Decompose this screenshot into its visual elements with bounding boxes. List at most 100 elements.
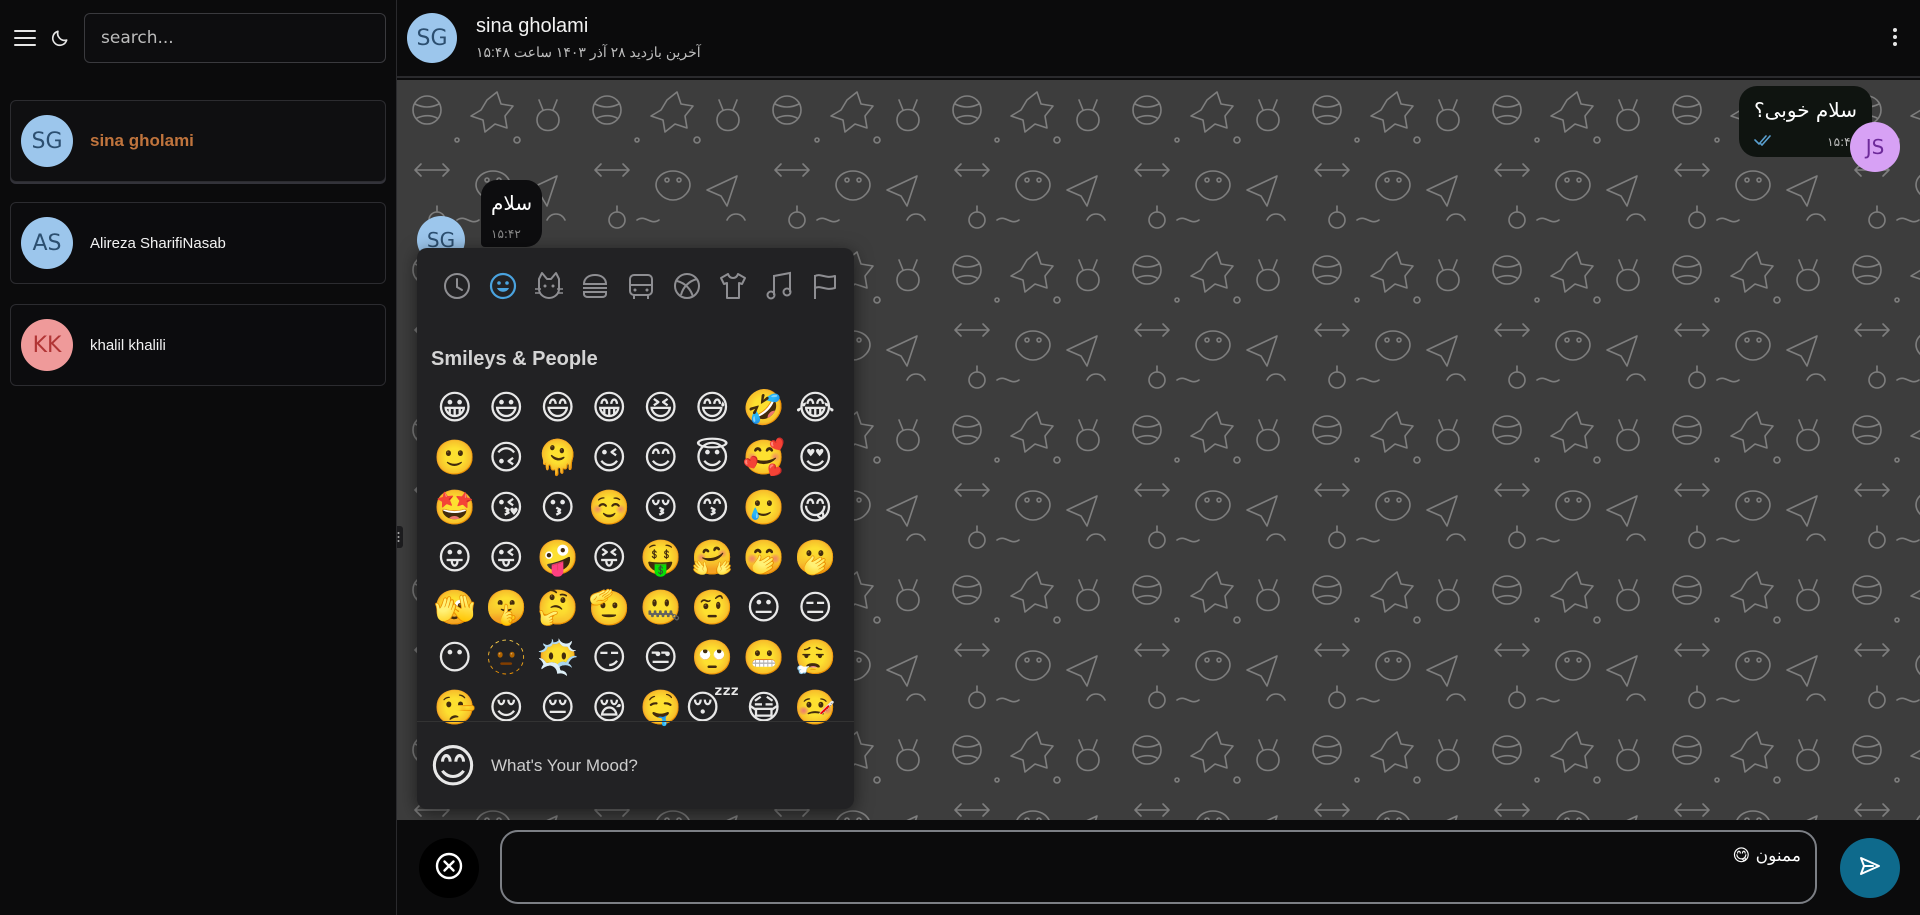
emoji-item[interactable]: ☺️ bbox=[584, 483, 636, 533]
hamburger-menu-icon[interactable] bbox=[14, 29, 36, 47]
emoji-grid: 😀 😃 😄 😁 😆 😅 🤣 😂 🙂 🙃 🫠 😉 😊 😇 🥰 😍 🤩 😘 😗 ☺️ 😚 😙 🥲 😋 😛 😜 🤪 😝 🤑 🤗 🤭 🫢 🫣 🤫 🤔 🫡 🤐 🤨 😐… bbox=[417, 371, 854, 733]
sidebar-topbar bbox=[0, 0, 396, 76]
send-icon bbox=[1858, 854, 1882, 882]
chat-pane: SG sina gholami آخرین بازدید ۲۸ آذر ۱۴۰۳… bbox=[397, 0, 1920, 915]
emoji-item[interactable]: 😑 bbox=[790, 583, 842, 633]
message-text: سلام bbox=[491, 191, 533, 215]
objects-icon[interactable] bbox=[713, 266, 752, 306]
emoji-item[interactable]: 😬 bbox=[738, 633, 790, 683]
emoji-item[interactable]: 😃 bbox=[481, 383, 533, 433]
emoji-item[interactable]: 😮‍💨 bbox=[790, 633, 842, 683]
emoji-item[interactable]: 🫣 bbox=[429, 583, 481, 633]
emoji-item[interactable]: 😋 bbox=[790, 483, 842, 533]
emoji-item[interactable]: 🤭 bbox=[738, 533, 790, 583]
emoji-item[interactable]: 🤩 bbox=[429, 483, 481, 533]
emoji-category-bar bbox=[417, 248, 854, 310]
contact-name: khalil khalili bbox=[90, 336, 166, 354]
emoji-item[interactable]: 😁 bbox=[584, 383, 636, 433]
moon-icon[interactable] bbox=[50, 28, 70, 48]
message-input[interactable]: ممنون 😋 bbox=[1733, 846, 1801, 866]
double-check-icon bbox=[1754, 134, 1774, 149]
panel-resize-handle[interactable] bbox=[397, 526, 403, 548]
emoji-item[interactable]: 🤗 bbox=[687, 533, 739, 583]
vertical-dots-icon[interactable] bbox=[1892, 27, 1898, 47]
emoji-item[interactable]: 🤨 bbox=[687, 583, 739, 633]
message-composer: ممنون 😋 bbox=[397, 820, 1920, 915]
emoji-item[interactable]: 😗 bbox=[532, 483, 584, 533]
emoji-item[interactable]: 😒 bbox=[635, 633, 687, 683]
sidebar: SG sina gholami AS Alireza SharifiNasab … bbox=[0, 0, 397, 915]
emoji-item[interactable]: 😘 bbox=[481, 483, 533, 533]
search-input[interactable] bbox=[84, 13, 386, 63]
contact-list: SG sina gholami AS Alireza SharifiNasab … bbox=[0, 76, 396, 386]
emoji-item[interactable]: 🙂 bbox=[429, 433, 481, 483]
smiley-icon[interactable] bbox=[483, 266, 522, 306]
contact-name: Alireza SharifiNasab bbox=[90, 234, 226, 252]
emoji-item[interactable]: 😉 bbox=[584, 433, 636, 483]
emoji-item[interactable]: 🥰 bbox=[738, 433, 790, 483]
contact-item-sina-gholami[interactable]: SG sina gholami bbox=[10, 100, 386, 182]
chat-title: sina gholami bbox=[476, 15, 589, 37]
emoji-item[interactable]: 😇 bbox=[687, 433, 739, 483]
emoji-item[interactable]: 🫡 bbox=[584, 583, 636, 633]
emoji-item[interactable]: 🤔 bbox=[532, 583, 584, 633]
emoji-item[interactable]: 😀 bbox=[429, 383, 481, 433]
emoji-item[interactable]: 🤑 bbox=[635, 533, 687, 583]
emoji-item[interactable]: 😅 bbox=[687, 383, 739, 433]
mood-label: What's Your Mood? bbox=[490, 755, 638, 775]
incoming-message[interactable]: سلام ۱۵:۴۲ bbox=[481, 180, 543, 247]
close-emoji-button[interactable] bbox=[419, 838, 479, 898]
emoji-item[interactable]: 🙃 bbox=[481, 433, 533, 483]
chat-header: SG sina gholami آخرین بازدید ۲۸ آذر ۱۴۰۳… bbox=[397, 0, 1920, 78]
emoji-item[interactable]: 😶‍🌫️ bbox=[532, 633, 584, 683]
message-time: ۱۵:۴۲ bbox=[491, 227, 521, 241]
header-info: sina gholami آخرین بازدید ۲۸ آذر ۱۴۰۳ سا… bbox=[476, 15, 701, 61]
emoji-item[interactable]: 😍 bbox=[790, 433, 842, 483]
emoji-item[interactable]: 🤫 bbox=[481, 583, 533, 633]
chat-wallpaper: سلام خوبی؟ ۱۵:۴۰ JS سلام ۱۵:۴۲ SG Smiley… bbox=[397, 80, 1920, 820]
emoji-item[interactable]: 🙄 bbox=[687, 633, 739, 683]
avatar: SG bbox=[21, 115, 73, 167]
emoji-item[interactable]: 🫢 bbox=[790, 533, 842, 583]
emoji-item[interactable]: 🫠 bbox=[532, 433, 584, 483]
outgoing-avatar: JS bbox=[1850, 122, 1900, 172]
travel-icon[interactable] bbox=[621, 266, 660, 306]
emoji-item[interactable]: 🤣 bbox=[738, 383, 790, 433]
emoji-item[interactable]: 😜 bbox=[481, 533, 533, 583]
message-text: سلام خوبی؟ bbox=[1754, 98, 1857, 122]
recent-icon[interactable] bbox=[437, 266, 476, 306]
flag-icon[interactable] bbox=[805, 266, 844, 306]
emoji-item[interactable]: 😝 bbox=[584, 533, 636, 583]
avatar: KK bbox=[21, 319, 73, 371]
emoji-picker: Smileys & People 😀 😃 😄 😁 😆 😅 🤣 😂 🙂 🙃 🫠 😉 😊 😇 🥰 😍 🤩 😘 😗 ☺️ 😚 😙… bbox=[417, 248, 854, 809]
emoji-item[interactable]: 😶 bbox=[429, 633, 481, 683]
emoji-preview-bar: 😊 What's Your Mood? bbox=[417, 721, 854, 809]
contact-item-khalil-khalili[interactable]: KK khalil khalili bbox=[10, 304, 386, 386]
emoji-item[interactable]: 😄 bbox=[532, 383, 584, 433]
contact-item-alireza-sharifinasab[interactable]: AS Alireza SharifiNasab bbox=[10, 202, 386, 284]
food-icon[interactable] bbox=[575, 266, 614, 306]
mood-emoji[interactable]: 😊 bbox=[429, 739, 477, 793]
header-avatar[interactable]: SG bbox=[407, 13, 457, 63]
emoji-item[interactable]: 😐 bbox=[738, 583, 790, 633]
emoji-item[interactable]: 🤪 bbox=[532, 533, 584, 583]
emoji-item[interactable]: 🥲 bbox=[738, 483, 790, 533]
chat-app: SG sina gholami AS Alireza SharifiNasab … bbox=[0, 0, 1920, 915]
symbols-icon[interactable] bbox=[759, 266, 798, 306]
emoji-item[interactable]: 😊 bbox=[635, 433, 687, 483]
emoji-item[interactable]: 😏 bbox=[584, 633, 636, 683]
emoji-item[interactable]: 🫥 bbox=[481, 633, 533, 683]
emoji-item[interactable]: 😂 bbox=[790, 383, 842, 433]
last-seen-text: آخرین بازدید ۲۸ آذر ۱۴۰۳ ساعت ۱۵:۴۸ bbox=[476, 44, 701, 60]
emoji-item[interactable]: 😙 bbox=[687, 483, 739, 533]
close-circle-icon bbox=[435, 852, 463, 884]
animal-icon[interactable] bbox=[529, 266, 568, 306]
emoji-item[interactable]: 😆 bbox=[635, 383, 687, 433]
send-button[interactable] bbox=[1840, 838, 1900, 898]
emoji-item[interactable]: 🤐 bbox=[635, 583, 687, 633]
emoji-section-title: Smileys & People bbox=[431, 348, 598, 370]
emoji-item[interactable]: 😛 bbox=[429, 533, 481, 583]
emoji-item[interactable]: 😚 bbox=[635, 483, 687, 533]
activity-icon[interactable] bbox=[667, 266, 706, 306]
avatar: AS bbox=[21, 217, 73, 269]
